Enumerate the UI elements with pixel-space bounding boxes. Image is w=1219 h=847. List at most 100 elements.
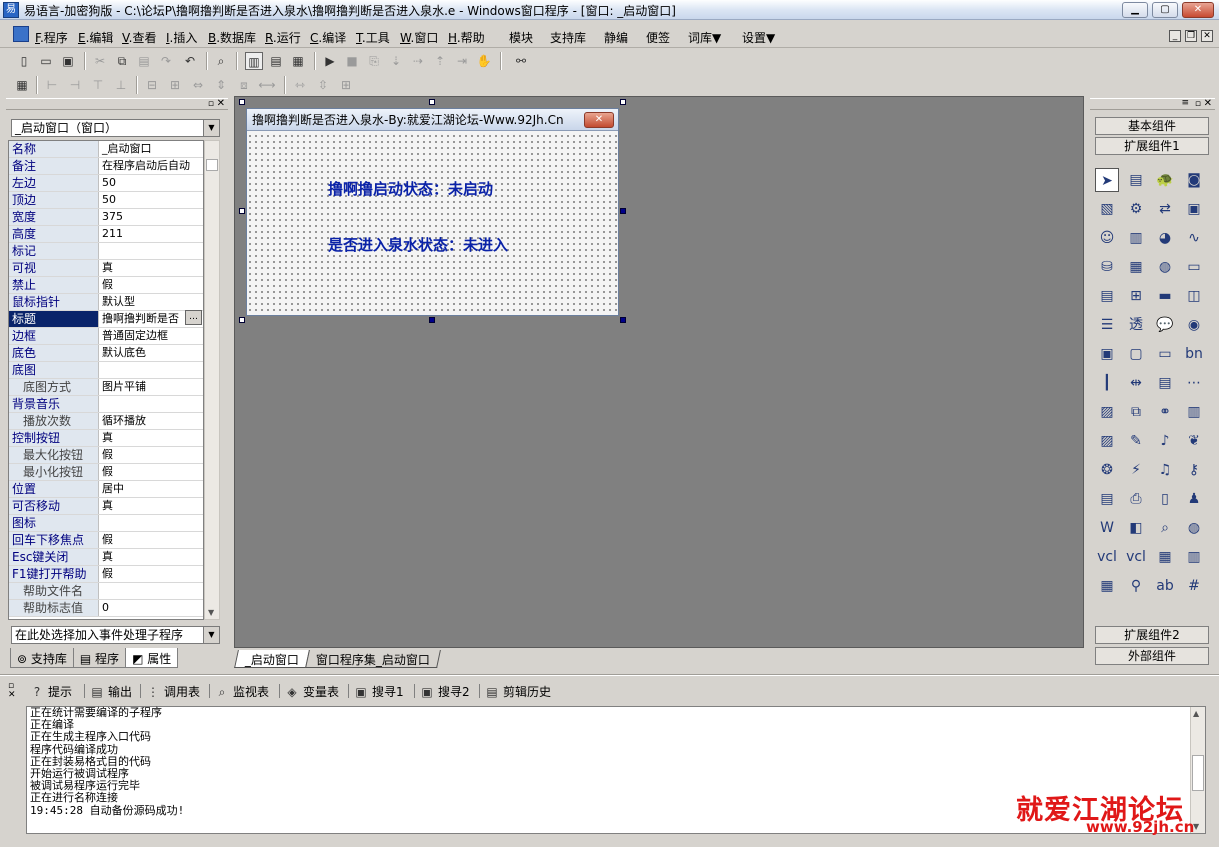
align-left-icon[interactable]: ⊢ [43,76,61,94]
property-row[interactable]: 底色 默认底色 [9,345,203,362]
property-row[interactable]: 底图 [9,362,203,379]
layout-grid-icon[interactable]: ▦ [289,52,307,70]
scroll-up-icon[interactable]: ▲ [1193,709,1199,718]
output-tab[interactable]: ▣ 搜寻1 [354,683,403,700]
cut-icon[interactable]: ✂ [91,52,109,70]
property-value[interactable]: 假 [99,447,203,463]
property-value[interactable]: 默认底色 [99,345,203,361]
same-height-icon[interactable]: ⇕ [212,76,230,94]
grid-icon[interactable]: ▦ [1124,255,1148,279]
camera-icon[interactable]: ◙ [1182,168,1206,192]
resize-handle[interactable] [620,99,626,105]
menu-item[interactable]: B.数据库 [208,29,256,46]
pie-chart-icon[interactable]: ◕ [1153,226,1177,250]
magnify-icon[interactable]: ⚲ [1124,574,1148,598]
property-row[interactable]: 宽度 375 [9,209,203,226]
align-top-icon[interactable]: ⊤ [89,76,107,94]
binoculars-icon[interactable]: ⚯ [512,52,530,70]
minimize-button[interactable]: ▁ [1122,2,1148,18]
property-row[interactable]: 高度 211 [9,226,203,243]
property-row[interactable]: 最大化按钮假 [9,447,203,464]
panel-restore-icon[interactable]: ▫ [1195,99,1201,109]
html-icon[interactable]: ◉ [1182,313,1206,337]
splitter[interactable] [0,674,1219,676]
align-bottom-icon[interactable]: ⊥ [112,76,130,94]
bar-chart-icon[interactable]: ▥ [1124,226,1148,250]
copy-icon[interactable]: ⧉ [1124,400,1148,424]
word-icon[interactable]: W [1095,516,1119,540]
picture-icon[interactable]: ▣ [1182,197,1206,221]
image-icon[interactable]: ▨ [1095,400,1119,424]
resize-handle[interactable] [239,99,245,105]
transparent-icon[interactable]: 透 [1124,313,1148,337]
key-icon[interactable]: ⚷ [1182,458,1206,482]
step-icon[interactable]: ⎘ [365,52,383,70]
calculator-icon[interactable]: ▦ [13,76,31,94]
resize-handle[interactable] [239,208,245,214]
output-tab[interactable]: ▤ 剪辑历史 [485,683,551,700]
tab-support-lib[interactable]: ⊚ 支持库 [10,648,74,668]
property-value[interactable]: 图片平铺 [99,379,203,395]
printer-icon[interactable]: ⎙ [1124,487,1148,511]
property-value[interactable] [99,362,203,378]
property-value[interactable]: 50 [99,192,203,208]
form-close-icon[interactable]: ✕ [584,112,614,128]
turtle-icon[interactable]: 🐢 [1153,168,1177,192]
property-value[interactable]: 0 [99,600,203,616]
tab-properties[interactable]: ◩ 属性 [125,648,179,668]
property-grid[interactable]: 名称 _启动窗口 备注 在程序启动后自动 左边 50 顶边 50 宽度 375 高度 211 标记 可视真… [8,140,204,620]
table-icon[interactable]: ▤ [1095,284,1119,308]
search-icon[interactable]: ⌕ [1153,516,1177,540]
doc2-icon[interactable]: ◧ [1124,516,1148,540]
doc-icon[interactable]: ▧ [1095,197,1119,221]
people-icon[interactable]: ♟ [1182,487,1206,511]
mdi-minimize-button[interactable]: _ [1169,30,1181,42]
align-right-icon[interactable]: ⊣ [66,76,84,94]
property-value[interactable]: 真 [99,260,203,276]
space-h-icon[interactable]: ⟷ [258,76,276,94]
center-form-h-icon[interactable]: ⇿ [291,76,309,94]
panel-close-icon[interactable]: ✕ [8,690,16,700]
menu-item[interactable]: 静编 [604,29,628,46]
step-over-icon[interactable]: ⇢ [409,52,427,70]
line-chart-icon[interactable]: ∿ [1182,226,1206,250]
barcode-icon[interactable]: ▥ [1182,545,1206,569]
property-row[interactable]: 鼠标指针 默认型 [9,294,203,311]
resize-handle[interactable] [429,317,435,323]
property-value[interactable]: 真 [99,430,203,446]
hand-icon[interactable]: ✋ [475,52,493,70]
output-tab[interactable]: ▤ 输出 [90,683,132,700]
save-icon[interactable]: ▣ [59,52,77,70]
label-ab-icon[interactable]: ab [1153,574,1177,598]
property-scrollbar[interactable]: ▼ [204,140,220,620]
tab-window-assembly[interactable]: 窗口程序集_启动窗口 [305,650,441,668]
status-label-start[interactable]: 撸啊撸启动状态：未启动 [328,178,493,199]
new-file-icon[interactable]: ▯ [15,52,33,70]
property-row[interactable]: Esc键关闭真 [9,549,203,566]
property-value[interactable]: 假 [99,277,203,293]
scroll-thumb[interactable] [1192,755,1204,791]
property-row[interactable]: 可否移动真 [9,498,203,515]
mp3-icon[interactable]: ♫ [1153,458,1177,482]
property-row[interactable]: 背景音乐 [9,396,203,413]
vcl2-icon[interactable]: vcl [1124,545,1148,569]
ruler-icon[interactable]: ▬ [1153,284,1177,308]
calendar-icon[interactable]: ▦ [1153,545,1177,569]
run-to-icon[interactable]: ⇥ [453,52,471,70]
stop-icon[interactable]: ■ [343,52,361,70]
menu-item[interactable]: R.运行 [265,29,301,46]
object-selector[interactable]: _启动窗口（窗口） ▼ [11,119,220,137]
tree-icon[interactable]: ⊞ [1124,284,1148,308]
scroll-thumb[interactable] [206,159,218,171]
panel-close-icon[interactable]: ✕ [1204,98,1212,109]
property-row[interactable]: 最小化按钮假 [9,464,203,481]
close-button[interactable]: ✕ [1182,2,1214,18]
output-tab[interactable]: ⌕ 监视表 [215,683,269,700]
property-value[interactable]: 普通固定边框 [99,328,203,344]
property-value[interactable]: 假 [99,464,203,480]
menu-item[interactable]: H.帮助 [448,29,485,46]
output-tab[interactable]: ? 提示 [30,683,72,700]
property-value[interactable] [99,515,203,531]
property-row[interactable]: 帮助文件名 [9,583,203,600]
center-v-icon[interactable]: ⊞ [166,76,184,94]
